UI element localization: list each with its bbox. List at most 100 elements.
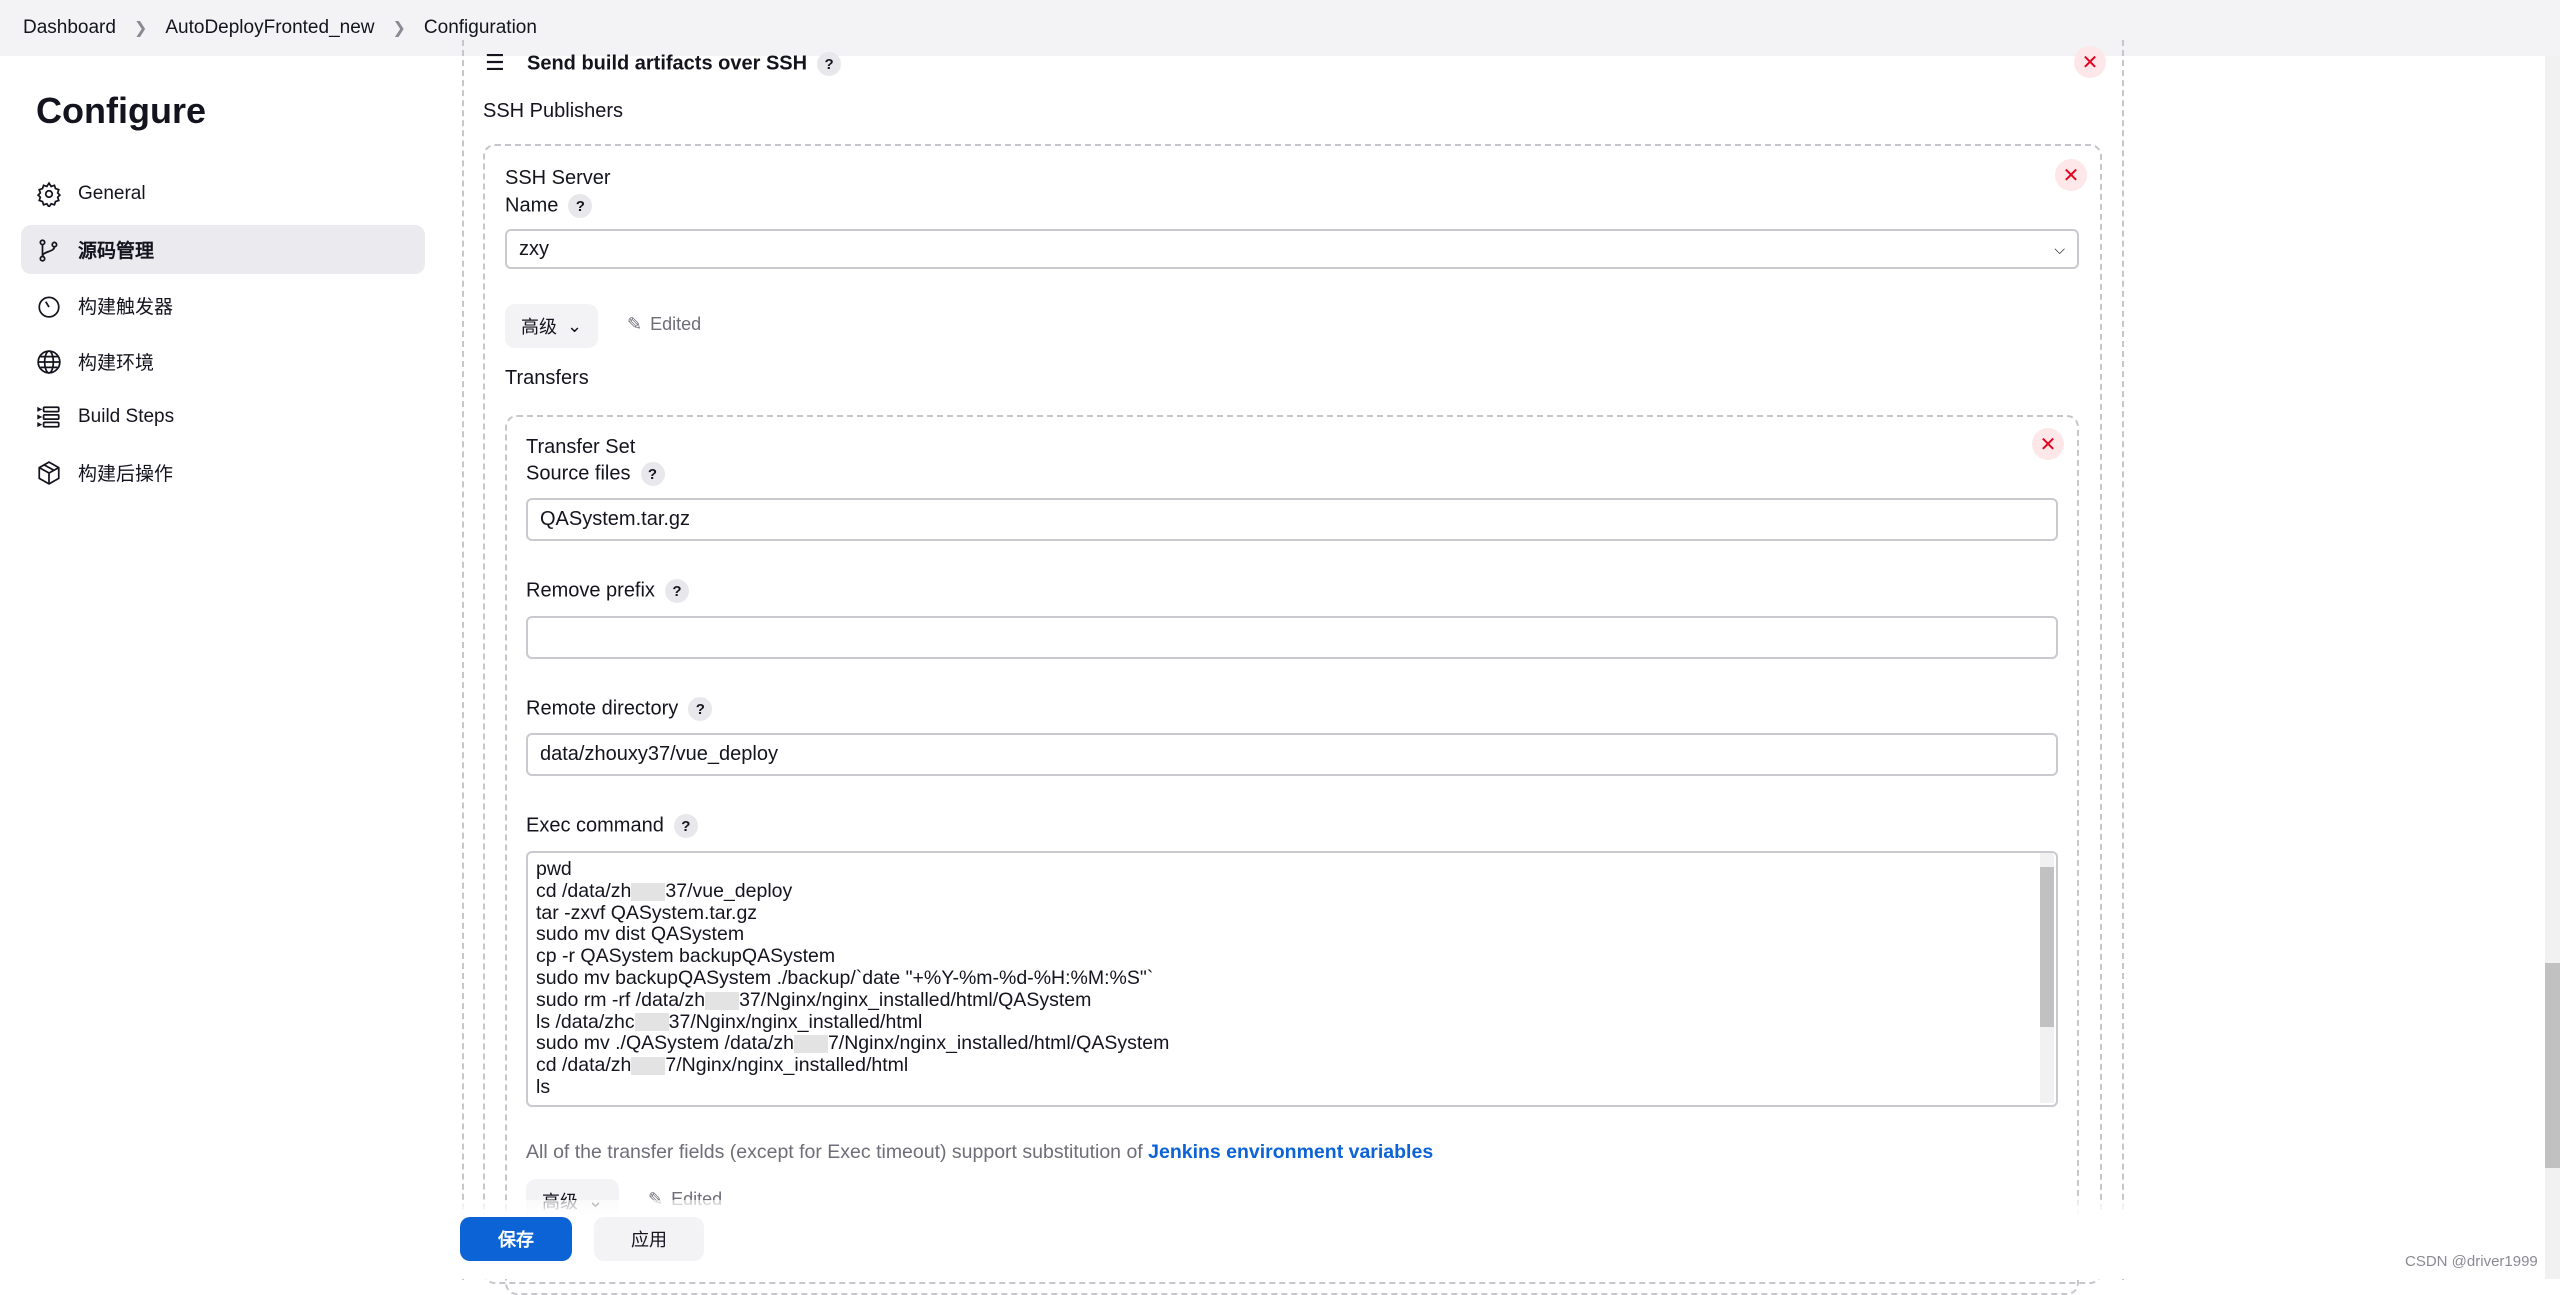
delete-transfer-button[interactable]: ✕ — [2032, 428, 2064, 460]
help-icon[interactable]: ? — [664, 579, 689, 603]
name-label-text: Name — [505, 194, 559, 217]
package-icon — [38, 460, 60, 485]
gear-icon — [36, 181, 62, 207]
remote-directory-input[interactable]: data/zhouxy37/vue_deploy — [526, 733, 2058, 776]
exec-command-line: sudo mv ./QASystem /data/zh 7/Nginx/nginx… — [536, 1032, 2056, 1055]
remote-directory-label: Remote directory? — [526, 697, 713, 721]
remove-prefix-input[interactable] — [526, 616, 2058, 659]
remote-directory-label-text: Remote directory — [526, 697, 679, 720]
exec-command-line: sudo rm -rf /data/zh 37/Nginx/nginx_insta… — [536, 988, 2056, 1012]
edited-label: Edited — [650, 314, 702, 334]
sidebar-item-post-build[interactable]: 构建后操作 — [21, 448, 425, 497]
timer-icon — [38, 295, 60, 318]
drag-handle-icon[interactable]: ☰ — [485, 50, 505, 76]
redacted-text — [634, 1013, 669, 1032]
transfer-set-label: Transfer Set — [526, 436, 636, 458]
save-button[interactable]: 保存 — [460, 1217, 572, 1261]
page-scrollbar[interactable] — [2545, 56, 2560, 1279]
sidebar-item-build-steps[interactable]: Build Steps — [21, 392, 425, 441]
list-icon — [37, 405, 60, 428]
breadcrumb-configuration[interactable]: Configuration — [424, 17, 537, 39]
source-files-label: Source files? — [526, 462, 665, 486]
help-icon[interactable]: ? — [817, 52, 842, 76]
exec-command-label: Exec command? — [526, 814, 698, 838]
remove-prefix-label: Remove prefix? — [526, 579, 689, 603]
advanced-button[interactable]: 高级 ⌄ — [505, 304, 598, 348]
sidebar-item-triggers[interactable]: 构建触发器 — [21, 281, 425, 330]
exec-command-line: sudo mv dist QASystem — [536, 923, 2056, 946]
redacted-text — [793, 1035, 828, 1054]
edited-indicator: ✎ Edited — [627, 314, 701, 335]
delete-step-button[interactable]: ✕ — [2074, 46, 2106, 78]
source-files-input[interactable]: QASystem.tar.gz — [526, 498, 2058, 541]
ssh-server-label: SSH Server — [505, 167, 611, 189]
page-title: Configure — [36, 90, 206, 131]
textarea-scrollbar[interactable] — [2040, 853, 2054, 1103]
chevron-right-icon: ❯ — [133, 20, 148, 37]
exec-command-text: 7/Nginx/nginx_installed/html — [665, 1054, 909, 1077]
server-name-select[interactable]: zxy ⌵ — [505, 229, 2079, 269]
name-label: Name? — [505, 194, 593, 218]
help-icon[interactable]: ? — [673, 814, 698, 838]
sidebar-item-label: Build Steps — [78, 405, 175, 427]
server-name-value: zxy — [519, 237, 549, 260]
exec-command-text: 37/Nginx/nginx_installed/html/QASystem — [739, 988, 1092, 1011]
redacted-text — [631, 882, 666, 901]
section-title-text: Send build artifacts over SSH — [527, 52, 808, 75]
exec-command-line: cd /data/zh 37/vue_deploy — [536, 879, 2056, 903]
chevron-down-icon: ⌄ — [566, 315, 583, 336]
exec-command-text: sudo mv backupQASystem ./backup/`date "+… — [536, 966, 1154, 989]
sidebar-item-general[interactable]: General — [21, 169, 425, 218]
apply-button[interactable]: 应用 — [594, 1217, 704, 1261]
exec-command-text: 37/vue_deploy — [665, 879, 793, 902]
exec-command-text: cd /data/zh — [536, 1054, 632, 1077]
globe-icon — [37, 349, 61, 374]
exec-command-text: ls /data/zhc — [536, 1010, 635, 1033]
redacted-text — [705, 991, 740, 1010]
sidebar-item-label: 构建后操作 — [78, 464, 174, 485]
exec-command-text: ls — [536, 1075, 551, 1098]
jenkins-env-vars-link[interactable]: Jenkins environment variables — [1148, 1141, 1433, 1163]
exec-command-line: sudo mv backupQASystem ./backup/`date "+… — [536, 966, 2056, 990]
exec-command-text: 7/Nginx/nginx_installed/html/QASystem — [827, 1032, 1170, 1055]
delete-server-button[interactable]: ✕ — [2055, 159, 2087, 191]
textarea-scrollbar-thumb[interactable] — [2040, 867, 2054, 1027]
pencil-icon: ✎ — [627, 314, 643, 334]
sidebar-item-label: 构建触发器 — [78, 297, 174, 318]
sidebar-item-label: General — [78, 182, 146, 204]
exec-command-text: sudo rm -rf /data/zh — [536, 988, 706, 1011]
redacted-text — [631, 1057, 666, 1076]
help-icon[interactable]: ? — [568, 194, 593, 218]
help-text: All of the transfer fields (except for E… — [526, 1141, 1433, 1164]
sidebar-item-scm[interactable]: 源码管理 — [21, 225, 425, 274]
sidebar-item-label: 构建环境 — [78, 353, 155, 374]
bottom-action-bar — [0, 1200, 2560, 1279]
breadcrumb-job[interactable]: AutoDeployFronted_new — [165, 17, 374, 39]
chevron-down-icon: ⌵ — [2054, 240, 2065, 257]
exec-command-line: ls — [536, 1075, 2056, 1099]
exec-command-text: 37/Nginx/nginx_installed/html — [668, 1010, 923, 1033]
watermark: CSDN @driver1999 — [2405, 1253, 2538, 1270]
help-icon[interactable]: ? — [640, 462, 665, 486]
source-files-value: QASystem.tar.gz — [540, 508, 691, 530]
exec-command-text: sudo mv ./QASystem /data/zh — [536, 1032, 794, 1055]
exec-command-text: cd /data/zh — [536, 879, 632, 902]
sidebar-item-environment[interactable]: 构建环境 — [21, 337, 425, 386]
sidebar-item-label: 源码管理 — [78, 241, 155, 262]
exec-command-line: cd /data/zh 7/Nginx/nginx_installed/html — [536, 1054, 2056, 1077]
exec-command-label-text: Exec command — [526, 814, 664, 837]
ssh-publishers-label: SSH Publishers — [483, 100, 624, 122]
help-text-body: All of the transfer fields (except for E… — [526, 1141, 1149, 1163]
exec-command-text: tar -zxvf QASystem.tar.gz — [536, 901, 758, 924]
help-icon[interactable]: ? — [688, 697, 713, 721]
page-scrollbar-thumb[interactable] — [2545, 963, 2560, 1168]
source-files-label-text: Source files — [526, 462, 631, 485]
exec-command-line: pwd — [536, 858, 2056, 881]
branch-icon — [39, 238, 58, 262]
advanced-label: 高级 — [520, 317, 557, 337]
chevron-right-icon: ❯ — [392, 20, 406, 37]
breadcrumb-dashboard[interactable]: Dashboard — [23, 17, 116, 39]
transfers-label: Transfers — [505, 367, 589, 389]
exec-command-text: pwd — [536, 858, 572, 880]
exec-command-textarea[interactable]: pwd cd /data/zh 37/vue_deploy tar -zxvf QAS… — [526, 851, 2058, 1107]
